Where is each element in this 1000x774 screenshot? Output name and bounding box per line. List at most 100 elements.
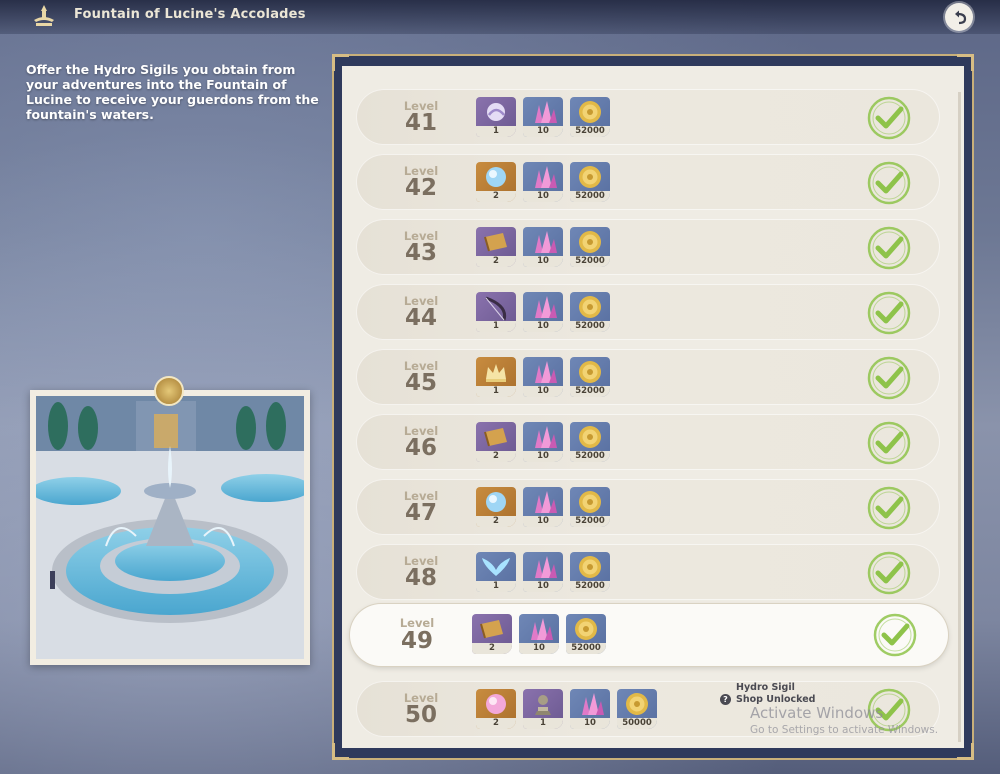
fountain-preview-image [30,390,310,665]
crystal-icon [535,101,557,123]
claimed-check-icon [867,96,911,140]
reward-items: 1 10 52000 [476,97,610,137]
reward-item[interactable]: 2 [476,162,516,202]
shop-note-line1: Hydro Sigil [736,682,795,693]
top-bar: Fountain of Lucine's Accolades [0,0,1000,34]
claimed-check-icon [867,551,911,595]
reward-quantity: 10 [570,718,610,729]
claimed-check-icon [873,613,917,657]
reward-item[interactable]: 10 [523,422,563,462]
reward-item[interactable]: 2 [476,422,516,462]
activate-windows-title: Activate Windows [750,704,884,722]
reward-item[interactable]: 10 [523,487,563,527]
reward-item[interactable]: 2 [476,689,516,729]
reward-item[interactable]: 52000 [570,552,610,592]
reward-item[interactable]: 1 [476,292,516,332]
crystal-icon [535,231,557,253]
reward-quantity: 52000 [570,256,610,267]
reward-item[interactable]: 2 [476,227,516,267]
reward-item[interactable]: 2 [476,487,516,527]
reward-item[interactable]: 10 [523,227,563,267]
level-row[interactable]: Level 49 2 10 52000 [350,604,948,666]
reward-item[interactable]: 50000 [617,689,657,729]
panel-corner [332,54,349,71]
crystal-icon [535,491,557,513]
reward-item[interactable]: 10 [523,97,563,137]
crystal-icon [535,361,557,383]
reward-items: 2 10 52000 [476,162,610,202]
level-row[interactable]: Level 41 1 10 52000 [356,89,940,145]
reward-item[interactable]: 10 [523,357,563,397]
reward-quantity: 52000 [570,126,610,137]
panel-corner [957,54,974,71]
hydro-orb-icon [486,492,506,512]
reward-item[interactable]: 52000 [566,614,606,654]
reward-item[interactable]: 1 [476,357,516,397]
reward-items: 1 10 52000 [476,292,610,332]
level-number: 48 [404,565,437,591]
crown-icon [486,364,506,382]
reward-item[interactable]: 52000 [570,97,610,137]
reward-item[interactable]: 52000 [570,487,610,527]
back-button[interactable] [945,3,973,31]
reward-quantity: 1 [476,126,516,137]
reward-item[interactable]: 10 [523,162,563,202]
claimed-check-icon [867,291,911,335]
mora-coin-icon [579,426,601,448]
level-row[interactable]: Level 46 2 10 52000 [356,414,940,470]
reward-item[interactable]: 52000 [570,227,610,267]
claimed-check-icon [867,356,911,400]
reward-item[interactable]: 10 [523,292,563,332]
reward-item[interactable]: 2 [472,614,512,654]
reward-quantity: 52000 [570,386,610,397]
page-title: Fountain of Lucine's Accolades [74,7,306,22]
level-number: 46 [404,435,437,461]
panel-corner [332,743,349,760]
reward-quantity: 10 [523,386,563,397]
mora-coin-icon [626,693,648,715]
claimed-check-icon [867,226,911,270]
mora-coin-icon [579,556,601,578]
reward-quantity: 10 [523,516,563,527]
level-number: 47 [404,500,437,526]
reward-quantity: 52000 [570,451,610,462]
level-row[interactable]: Level 44 1 10 52000 [356,284,940,340]
reward-item[interactable]: 1 [523,689,563,729]
help-icon[interactable]: ? [720,694,731,705]
reward-item[interactable]: 10 [523,552,563,592]
mora-coin-icon [579,166,601,188]
mora-coin-icon [579,491,601,513]
level-number: 43 [404,240,437,266]
level-row[interactable]: Level 47 2 10 52000 [356,479,940,535]
crystal-icon [535,166,557,188]
reward-quantity: 2 [472,643,512,654]
reward-items: 2 10 52000 [476,487,610,527]
scroll-icon [484,428,507,447]
reward-quantity: 10 [523,126,563,137]
reward-item[interactable]: 52000 [570,357,610,397]
reward-quantity: 10 [523,451,563,462]
level-row[interactable]: Level 43 2 10 52000 [356,219,940,275]
reward-quantity: 52000 [570,191,610,202]
list-scrollbar[interactable] [958,92,961,742]
reward-quantity: 10 [523,321,563,332]
reward-quantity: 2 [476,256,516,267]
weapon-catalyst-icon [487,103,505,121]
reward-quantity: 2 [476,516,516,527]
level-row[interactable]: Level 42 2 10 52000 [356,154,940,210]
reward-item[interactable]: 10 [570,689,610,729]
reward-items: 1 10 52000 [476,357,610,397]
reward-items: 2 10 52000 [476,422,610,462]
reward-item[interactable]: 52000 [570,422,610,462]
reward-item[interactable]: 52000 [570,162,610,202]
crystal-icon [535,426,557,448]
reward-quantity: 52000 [570,581,610,592]
level-row[interactable]: Level 48 1 10 52000 [356,544,940,600]
reward-item[interactable]: 52000 [570,292,610,332]
reward-item[interactable]: 1 [476,97,516,137]
reward-item[interactable]: 10 [519,614,559,654]
crystal-icon [535,296,557,318]
reward-item[interactable]: 1 [476,552,516,592]
level-number: 45 [404,370,437,396]
level-row[interactable]: Level 45 1 10 52000 [356,349,940,405]
